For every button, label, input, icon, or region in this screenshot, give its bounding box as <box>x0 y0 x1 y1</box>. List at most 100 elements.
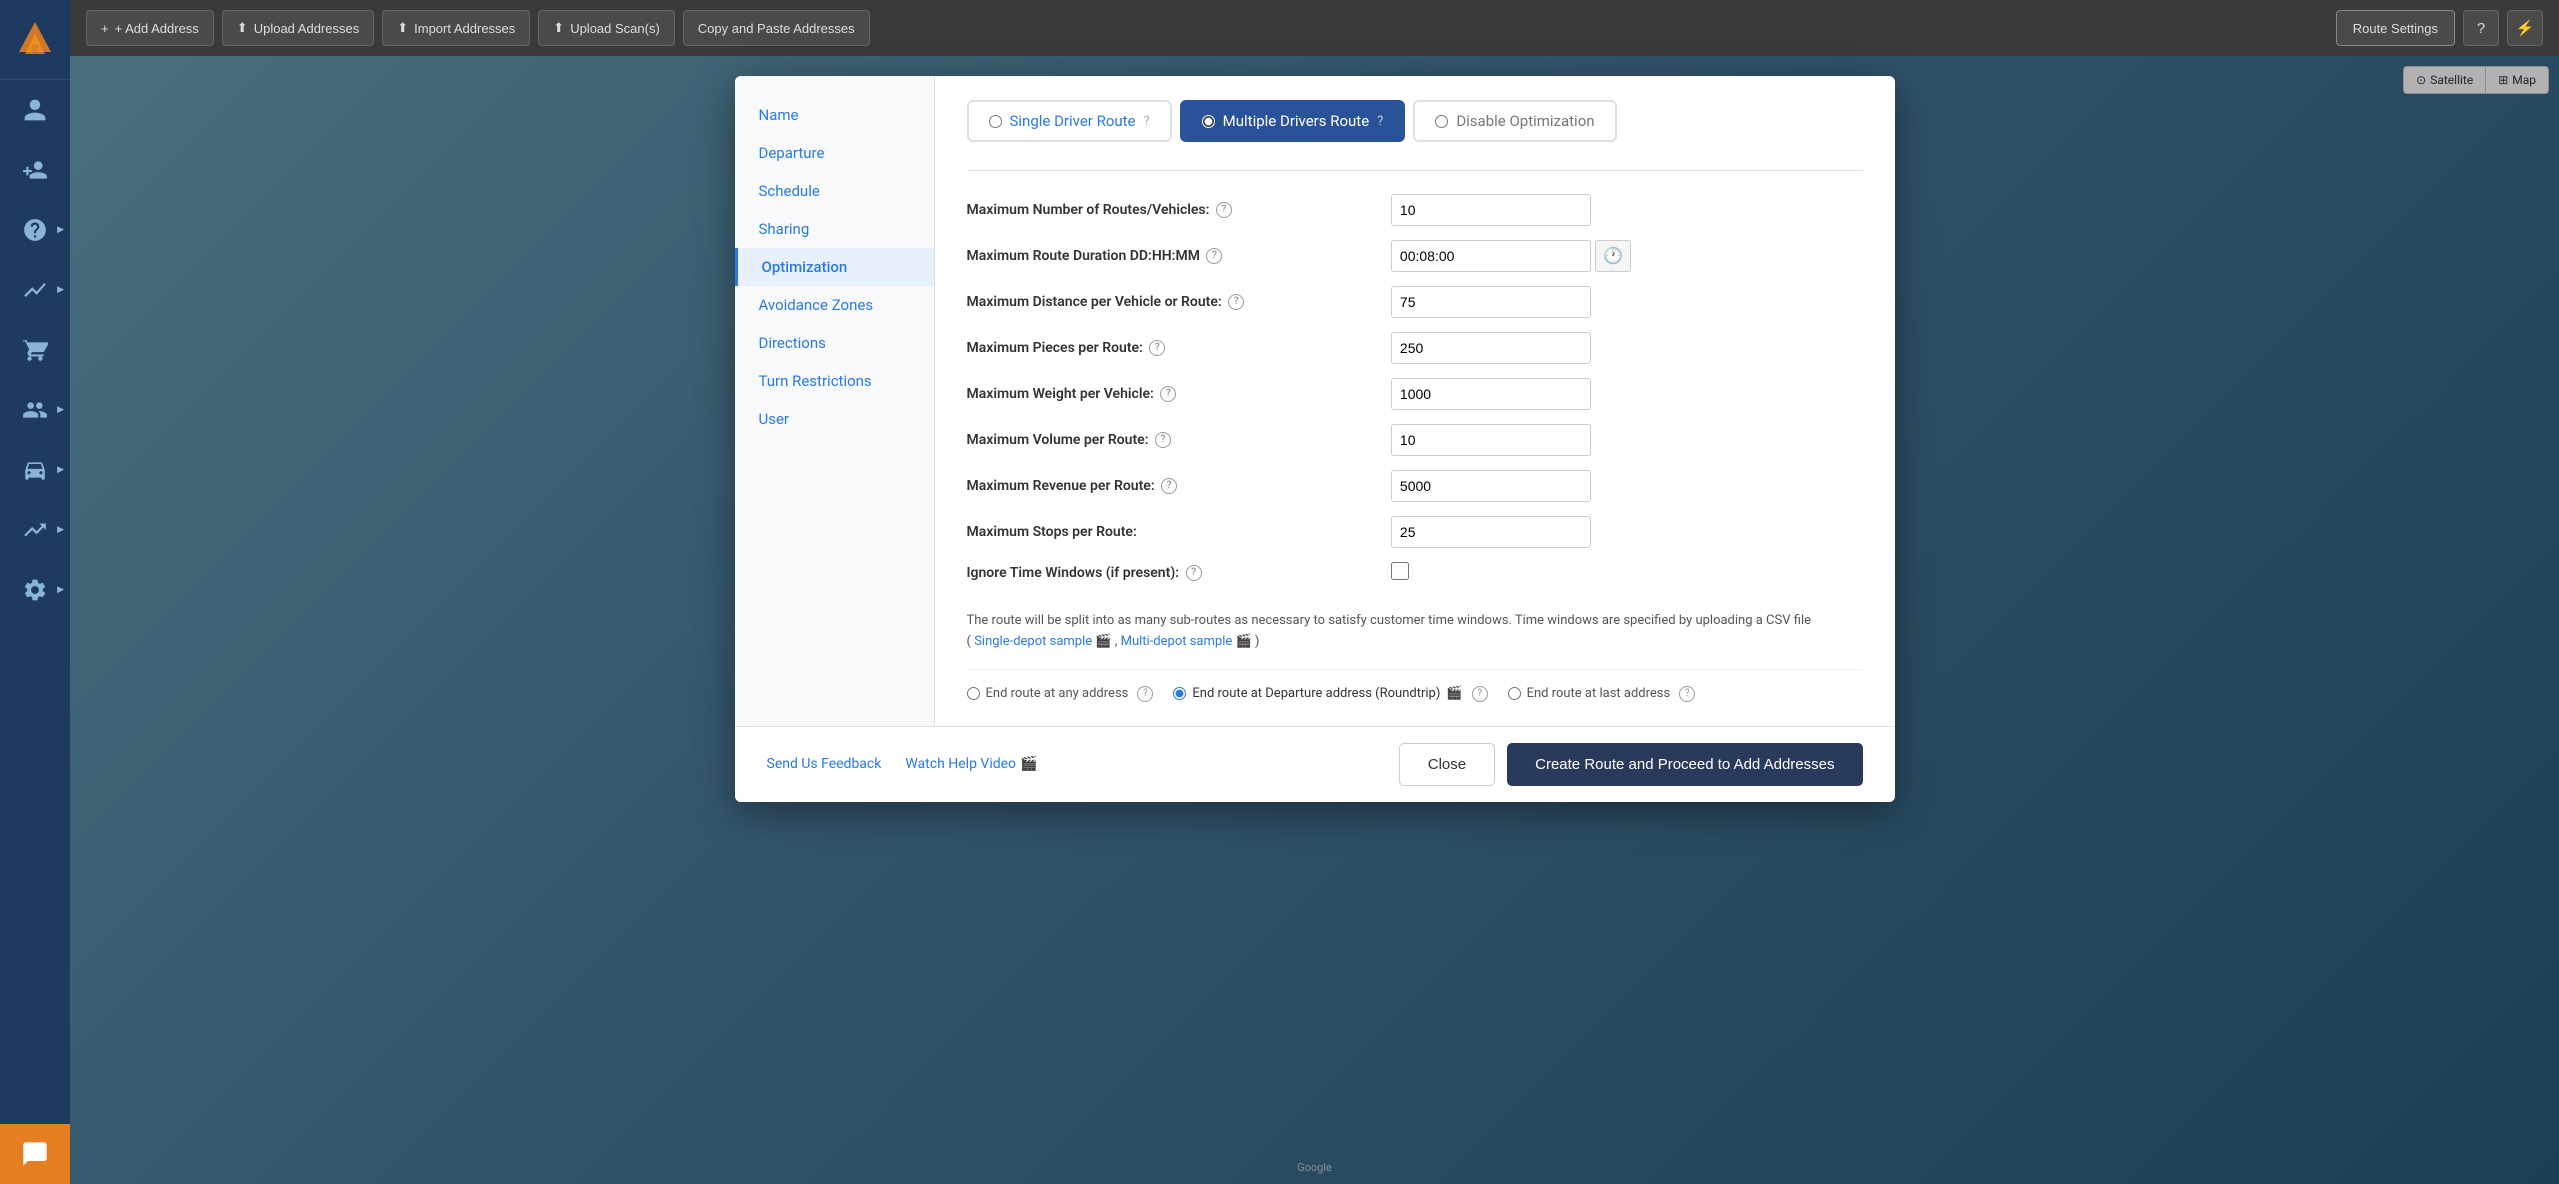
optimization-form: Maximum Number of Routes/Vehicles: ? Max… <box>967 187 1863 591</box>
max-duration-info-icon[interactable]: ? <box>1206 248 1222 264</box>
field-max-weight: Maximum Weight per Vehicle: ? <box>967 371 1863 417</box>
upload-scans-button[interactable]: ⬆ Upload Scan(s) <box>538 10 675 46</box>
field-max-duration-label: Maximum Route Duration DD:HH:MM ? <box>967 233 1391 279</box>
single-depot-link[interactable]: Single-depot sample 🎬 <box>971 634 1115 649</box>
field-ignore-time-windows: Ignore Time Windows (if present): ? <box>967 555 1863 591</box>
max-revenue-info-icon[interactable]: ? <box>1161 478 1177 494</box>
close-modal-button[interactable]: Close <box>1399 743 1495 786</box>
help-icon-button[interactable]: ? <box>2463 10 2499 46</box>
sidebar-item-cart[interactable] <box>0 320 70 380</box>
end-route-last-address[interactable]: End route at last address ? <box>1508 686 1696 702</box>
import-addresses-button[interactable]: ⬆ Import Addresses <box>382 10 530 46</box>
footer-actions: Close Create Route and Proceed to Add Ad… <box>1399 743 1863 786</box>
ignore-time-windows-checkbox[interactable] <box>1391 562 1409 580</box>
field-max-stops-input-cell <box>1391 509 1863 555</box>
nav-item-avoidance[interactable]: Avoidance Zones <box>735 286 934 324</box>
end-last-info-icon[interactable]: ? <box>1679 686 1695 702</box>
single-driver-radio-input[interactable] <box>989 115 1002 128</box>
send-feedback-link[interactable]: Send Us Feedback <box>767 756 882 772</box>
single-driver-radio[interactable]: Single Driver Route ? <box>967 100 1172 142</box>
end-any-address-radio[interactable] <box>967 687 980 700</box>
field-max-distance-input-cell <box>1391 279 1863 325</box>
import-icon: ⬆ <box>397 20 408 36</box>
max-weight-input[interactable] <box>1391 378 1591 410</box>
disable-optimization-radio[interactable]: Disable Optimization <box>1413 100 1616 142</box>
multi-depot-link[interactable]: Multi-depot sample 🎬 <box>1121 634 1255 649</box>
ignore-time-info-icon[interactable]: ? <box>1186 565 1202 581</box>
end-route-departure[interactable]: End route at Departure address (Roundtri… <box>1173 686 1487 702</box>
max-distance-input[interactable] <box>1391 286 1591 318</box>
duration-wrap: 🕐 <box>1391 240 1863 272</box>
nav-item-sharing[interactable]: Sharing <box>735 210 934 248</box>
max-stops-input[interactable] <box>1391 516 1591 548</box>
max-pieces-input[interactable] <box>1391 332 1591 364</box>
flash-icon-button[interactable]: ⚡ <box>2507 10 2543 46</box>
sidebar-item-help[interactable]: ▶ <box>0 200 70 260</box>
sidebar: ▶ ▶ ▶ ▶ ▶ ▶ <box>0 0 70 1184</box>
copy-paste-button[interactable]: Copy and Paste Addresses <box>683 10 870 46</box>
disable-opt-radio-input[interactable] <box>1435 115 1448 128</box>
field-ignore-time-windows-label: Ignore Time Windows (if present): ? <box>967 555 1391 591</box>
field-max-routes-input-cell <box>1391 187 1863 233</box>
nav-item-optimization[interactable]: Optimization <box>735 248 934 286</box>
sidebar-item-add-person[interactable] <box>0 140 70 200</box>
sidebar-item-person[interactable] <box>0 80 70 140</box>
chat-button[interactable] <box>0 1124 70 1184</box>
topbar: + + Add Address ⬆ Upload Addresses ⬆ Imp… <box>70 0 2559 56</box>
footer-links: Send Us Feedback Watch Help Video 🎬 <box>767 756 1038 772</box>
field-max-duration: Maximum Route Duration DD:HH:MM ? 🕐 <box>967 233 1863 279</box>
end-last-address-radio[interactable] <box>1508 687 1521 700</box>
field-max-stops-label: Maximum Stops per Route: <box>967 509 1391 555</box>
multi-depot-icon: 🎬 <box>1235 634 1251 649</box>
single-driver-info-icon[interactable]: ? <box>1144 114 1150 129</box>
multiple-drivers-radio-input[interactable] <box>1202 115 1215 128</box>
field-max-pieces-input-cell <box>1391 325 1863 371</box>
sidebar-item-team[interactable]: ▶ <box>0 380 70 440</box>
max-weight-info-icon[interactable]: ? <box>1160 386 1176 402</box>
modal-nav: Name Departure Schedule Sharing Optimiza… <box>735 76 935 726</box>
upload-icon: ⬆ <box>237 20 248 36</box>
sidebar-item-drivers[interactable]: ▶ <box>0 440 70 500</box>
max-volume-input[interactable] <box>1391 424 1591 456</box>
nav-item-schedule[interactable]: Schedule <box>735 172 934 210</box>
max-routes-info-icon[interactable]: ? <box>1216 202 1232 218</box>
max-distance-info-icon[interactable]: ? <box>1228 294 1244 310</box>
max-volume-info-icon[interactable]: ? <box>1155 432 1171 448</box>
clock-picker-button[interactable]: 🕐 <box>1595 240 1631 272</box>
route-settings-button[interactable]: Route Settings <box>2336 10 2455 46</box>
end-route-options: End route at any address ? End route at … <box>967 669 1863 702</box>
create-route-button[interactable]: Create Route and Proceed to Add Addresse… <box>1507 743 1862 786</box>
field-max-weight-input-cell <box>1391 371 1863 417</box>
nav-item-departure[interactable]: Departure <box>735 134 934 172</box>
nav-item-directions[interactable]: Directions <box>735 324 934 362</box>
end-departure-radio[interactable] <box>1173 687 1186 700</box>
nav-item-turn-restrictions[interactable]: Turn Restrictions <box>735 362 934 400</box>
max-pieces-info-icon[interactable]: ? <box>1149 340 1165 356</box>
max-routes-input[interactable] <box>1391 194 1591 226</box>
multiple-drivers-info-icon[interactable]: ? <box>1377 114 1383 129</box>
field-max-distance: Maximum Distance per Vehicle or Route: ? <box>967 279 1863 325</box>
field-max-routes-label: Maximum Number of Routes/Vehicles: ? <box>967 187 1391 233</box>
end-departure-info-icon[interactable]: ? <box>1472 686 1488 702</box>
end-any-info-icon[interactable]: ? <box>1137 686 1153 702</box>
field-max-volume-input-cell <box>1391 417 1863 463</box>
nav-item-name[interactable]: Name <box>735 96 934 134</box>
max-revenue-input[interactable] <box>1391 470 1591 502</box>
sidebar-item-analytics[interactable]: ▶ <box>0 260 70 320</box>
watch-help-link[interactable]: Watch Help Video 🎬 <box>905 756 1037 772</box>
upload-addresses-button[interactable]: ⬆ Upload Addresses <box>222 10 374 46</box>
max-duration-input[interactable] <box>1391 240 1591 272</box>
multiple-drivers-radio[interactable]: Multiple Drivers Route ? <box>1180 100 1406 142</box>
sidebar-item-settings[interactable]: ▶ <box>0 560 70 620</box>
nav-item-user[interactable]: User <box>735 400 934 438</box>
add-address-button[interactable]: + + Add Address <box>86 10 214 46</box>
field-max-volume-label: Maximum Volume per Route: ? <box>967 417 1391 463</box>
field-max-routes: Maximum Number of Routes/Vehicles: ? <box>967 187 1863 233</box>
field-max-revenue-input-cell <box>1391 463 1863 509</box>
modal-body: Name Departure Schedule Sharing Optimiza… <box>735 76 1895 726</box>
route-settings-modal: Name Departure Schedule Sharing Optimiza… <box>735 76 1895 802</box>
end-route-any-address[interactable]: End route at any address ? <box>967 686 1154 702</box>
sidebar-item-growth[interactable]: ▶ <box>0 500 70 560</box>
field-max-weight-label: Maximum Weight per Vehicle: ? <box>967 371 1391 417</box>
app-logo[interactable] <box>0 0 70 80</box>
